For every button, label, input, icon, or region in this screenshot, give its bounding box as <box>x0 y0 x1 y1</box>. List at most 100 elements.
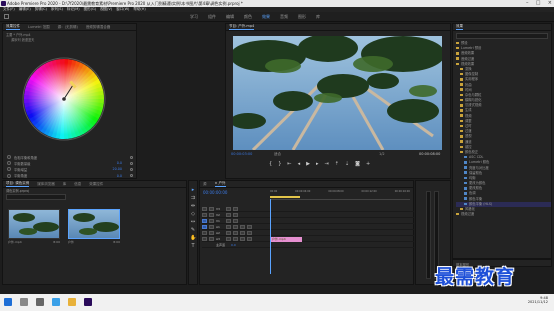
type-tool-icon[interactable]: T <box>190 243 196 249</box>
source-patch-button[interactable] <box>202 206 207 211</box>
sync-lock-icon[interactable] <box>226 224 231 229</box>
source-patch-button[interactable] <box>202 218 207 223</box>
source-patch-button[interactable] <box>202 236 207 241</box>
timeline-tab[interactable]: × 户外 <box>214 181 226 187</box>
stopwatch-icon[interactable] <box>7 161 11 166</box>
effect-controls-tab[interactable]: Lumetri 范围 <box>28 25 50 30</box>
start-icon[interactable] <box>4 298 12 306</box>
playhead[interactable] <box>270 199 271 274</box>
lock-icon[interactable] <box>209 236 214 241</box>
mic-icon[interactable] <box>247 230 252 235</box>
stopwatch-icon[interactable] <box>7 173 11 178</box>
sync-lock-icon[interactable] <box>226 218 231 223</box>
hand-tool-icon[interactable]: ✋ <box>190 235 196 241</box>
lift-icon[interactable]: ⇡ <box>335 161 339 167</box>
ripple-edit-tool-icon[interactable]: ⇹ <box>190 203 196 209</box>
lock-icon[interactable] <box>209 218 214 223</box>
project-item[interactable]: 户外.mp4 8:00 <box>8 209 60 244</box>
program-tab[interactable]: 节目: 户外.mp4 <box>229 24 255 30</box>
workspace-tab[interactable]: 颜色 <box>244 14 252 20</box>
workspace-tab[interactable]: 组件 <box>208 14 216 20</box>
mute-icon[interactable] <box>233 230 238 235</box>
effect-controls-tab[interactable]: 源：(无剪辑) <box>58 25 78 30</box>
solo-icon[interactable] <box>240 236 245 241</box>
pen-tool-icon[interactable]: ✎ <box>190 227 196 233</box>
eye-icon[interactable] <box>233 206 238 211</box>
project-tab[interactable]: 库 <box>63 182 67 187</box>
source-patch-button[interactable] <box>202 230 207 235</box>
workspace-tab[interactable]: 效果 <box>262 14 270 20</box>
mute-icon[interactable] <box>233 224 238 229</box>
mark-out-icon[interactable]: } <box>278 161 281 167</box>
minimize-button[interactable]: – <box>526 0 529 7</box>
export-frame-icon[interactable]: ◙ <box>355 161 360 167</box>
step-back-icon[interactable]: ◂ <box>298 161 301 167</box>
step-forward-icon[interactable]: ▸ <box>316 161 319 167</box>
workspace-tab[interactable]: 编辑 <box>226 14 234 20</box>
effect-controls-tab[interactable]: 音频剪辑混合器 <box>86 25 111 30</box>
effects-tab[interactable]: 效果 <box>456 24 463 30</box>
taskbar-clock[interactable]: 9:48 2021/11/12 <box>528 296 548 304</box>
close-button[interactable]: × <box>548 0 552 7</box>
project-tab[interactable]: 媒体浏览器 <box>37 182 55 187</box>
sync-lock-icon[interactable] <box>226 212 231 217</box>
timeline-clip[interactable]: 户外.mp4 <box>270 237 302 242</box>
program-monitor-video[interactable] <box>233 36 442 150</box>
master-volume-value[interactable]: 0.0 <box>231 243 236 247</box>
project-tab[interactable]: 项目: 调色实例 <box>6 181 30 187</box>
premiere-taskbar-icon[interactable] <box>84 298 92 306</box>
fit-dropdown[interactable]: 适合 <box>274 152 281 157</box>
workspace-tab[interactable]: 音频 <box>280 14 288 20</box>
sync-lock-icon[interactable] <box>226 236 231 241</box>
sync-lock-icon[interactable] <box>226 206 231 211</box>
project-item[interactable]: 户外 8:00 <box>68 209 120 244</box>
mic-icon[interactable] <box>247 236 252 241</box>
search-icon[interactable] <box>20 298 28 306</box>
go-to-out-icon[interactable]: ⇥ <box>324 161 328 167</box>
project-search-input[interactable] <box>6 194 66 200</box>
slip-tool-icon[interactable]: ↔ <box>190 219 196 225</box>
eye-icon[interactable] <box>233 212 238 217</box>
mute-icon[interactable] <box>233 236 238 241</box>
file-explorer-icon[interactable] <box>68 298 76 306</box>
reset-icon[interactable] <box>130 155 133 159</box>
effect-folder[interactable]: 视频过渡 <box>456 212 551 217</box>
selection-tool-icon[interactable]: ▸ <box>190 187 196 193</box>
reset-icon[interactable] <box>130 167 133 171</box>
edge-icon[interactable] <box>52 298 60 306</box>
eye-icon[interactable] <box>233 218 238 223</box>
lock-icon[interactable] <box>209 224 214 229</box>
sync-lock-icon[interactable] <box>226 230 231 235</box>
mark-in-icon[interactable]: { <box>269 161 272 167</box>
mic-icon[interactable] <box>247 224 252 229</box>
effect-controls-tab[interactable]: 效果控件 <box>6 24 20 30</box>
extract-icon[interactable]: ⇣ <box>345 161 349 167</box>
source-patch-button[interactable] <box>202 224 207 229</box>
lock-icon[interactable] <box>209 212 214 217</box>
param-value[interactable]: 0.0 <box>117 174 122 178</box>
home-icon[interactable] <box>4 14 9 19</box>
project-tab[interactable]: 效果控件 <box>89 182 103 187</box>
play-icon[interactable]: ▶ <box>306 161 310 167</box>
project-tab[interactable]: 信息 <box>74 182 81 187</box>
wheel-center-point[interactable] <box>62 97 66 101</box>
stopwatch-icon[interactable] <box>7 155 11 160</box>
color-wheel[interactable] <box>19 54 109 144</box>
master-track[interactable]: 主声道 0.0 <box>202 242 414 248</box>
maximize-button[interactable]: □ <box>536 0 541 7</box>
work-area-bar[interactable] <box>270 196 300 198</box>
reset-icon[interactable] <box>130 161 133 165</box>
add-button-icon[interactable]: + <box>366 161 370 167</box>
solo-icon[interactable] <box>240 224 245 229</box>
reset-icon[interactable] <box>130 174 133 178</box>
param-value[interactable]: 20.00 <box>113 167 122 171</box>
razor-tool-icon[interactable]: ◇ <box>190 211 196 217</box>
source-patch-button[interactable] <box>202 212 207 217</box>
workspace-tab[interactable]: 图形 <box>298 14 306 20</box>
timeline-tab[interactable]: 源 <box>203 182 207 187</box>
resolution-dropdown[interactable]: 1/2 <box>379 152 385 156</box>
stopwatch-icon[interactable] <box>7 167 11 172</box>
solo-icon[interactable] <box>240 230 245 235</box>
effects-search-input[interactable] <box>456 33 548 39</box>
lock-icon[interactable] <box>209 206 214 211</box>
